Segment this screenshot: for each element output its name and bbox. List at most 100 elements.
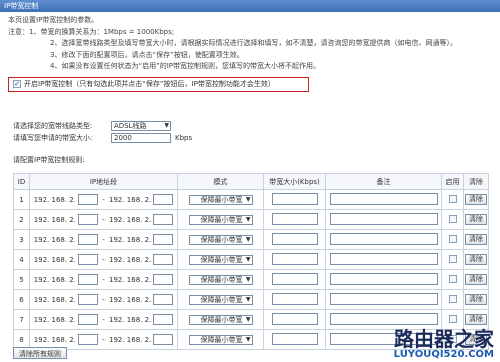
header-ip: IP地址段: [29, 173, 178, 190]
row-id: 1: [13, 189, 30, 210]
clear-row-button[interactable]: 清除: [465, 314, 487, 325]
ip-prefix-end: 192. 168. 2.: [108, 295, 152, 304]
clear-cell: 清除: [463, 189, 489, 210]
row-id: 3: [13, 229, 30, 250]
bandwidth-size-input[interactable]: [271, 292, 318, 305]
table-row: 3 192. 168. 2. - 192. 168. 2. 保障最小带宽 ▼ 清除: [13, 229, 489, 250]
ip-end-input[interactable]: [153, 234, 174, 245]
rule-enable-checkbox[interactable]: [448, 274, 457, 283]
note-cell: [325, 249, 442, 270]
row-id: 4: [13, 249, 30, 270]
bandwidth-size-input[interactable]: [271, 332, 318, 345]
chevron-down-icon: ▼: [245, 315, 251, 323]
note-cell: [325, 289, 442, 310]
clear-row-button[interactable]: 清除: [465, 274, 487, 285]
ip-end-input[interactable]: [153, 194, 174, 205]
header-id: ID: [13, 173, 30, 190]
line-type-select[interactable]: ADSL线路 ▼: [111, 121, 171, 131]
watermark-logo: 路由器之家 LUYOUQI520.COM: [394, 329, 494, 360]
ip-prefix-start: 192. 168. 2.: [33, 215, 76, 224]
note-cell: [325, 189, 442, 210]
ip-dash: -: [100, 195, 107, 204]
ip-end-input[interactable]: [153, 254, 174, 265]
ip-end-input[interactable]: [153, 334, 174, 345]
rule-enable-checkbox[interactable]: [448, 234, 457, 243]
ip-dash: -: [100, 255, 107, 264]
bandwidth-size-input[interactable]: [271, 192, 318, 205]
ip-prefix-start: 192. 168. 2.: [33, 335, 76, 344]
note-4: 4、如果没有设置任何状态为“启用”的IP带宽控制规则，您填写的带宽大小将不起作用…: [50, 62, 320, 70]
enable-checkbox[interactable]: ✓: [13, 80, 21, 88]
bandwidth-cell: [263, 309, 326, 330]
clear-row-button[interactable]: 清除: [465, 294, 487, 305]
bandwidth-size-input[interactable]: [271, 212, 318, 225]
note-input[interactable]: [329, 232, 438, 245]
note-cell: [325, 229, 442, 250]
note-input[interactable]: [329, 272, 438, 285]
mode-select[interactable]: 保障最小带宽 ▼: [188, 214, 253, 225]
rule-enable-checkbox[interactable]: [448, 254, 457, 263]
ip-start-input[interactable]: [78, 214, 98, 225]
ip-prefix-end: 192. 168. 2.: [108, 315, 152, 324]
ip-dash: -: [100, 335, 107, 344]
ip-start-input[interactable]: [78, 234, 98, 245]
bandwidth-size-input[interactable]: [271, 272, 318, 285]
note-input[interactable]: [329, 312, 438, 325]
ip-prefix-end: 192. 168. 2.: [108, 275, 152, 284]
ip-start-input[interactable]: [78, 254, 98, 265]
clear-all-button[interactable]: 清除所有规则: [13, 347, 67, 359]
bandwidth-size-input[interactable]: [271, 312, 318, 325]
bandwidth-cell: [263, 329, 326, 350]
ip-end-input[interactable]: [153, 274, 174, 285]
mode-select[interactable]: 保障最小带宽 ▼: [188, 254, 253, 265]
note-input[interactable]: [329, 212, 438, 225]
mode-select[interactable]: 保障最小带宽 ▼: [188, 334, 253, 345]
ip-prefix-start: 192. 168. 2.: [33, 255, 76, 264]
ip-range-cell: 192. 168. 2. - 192. 168. 2.: [29, 189, 178, 210]
ip-end-input[interactable]: [153, 314, 174, 325]
ip-range-cell: 192. 168. 2. - 192. 168. 2.: [29, 269, 178, 290]
ip-start-input[interactable]: [78, 274, 98, 285]
clear-row-button[interactable]: 清除: [465, 214, 487, 225]
bandwidth-input[interactable]: 2000: [111, 133, 171, 143]
note-1: 注意：1、带宽的换算关系为：1Mbps = 1000Kbps;: [8, 27, 175, 36]
note-input[interactable]: [329, 192, 438, 205]
mode-select[interactable]: 保障最小带宽 ▼: [188, 234, 253, 245]
note-input[interactable]: [329, 252, 438, 265]
mode-select[interactable]: 保障最小带宽 ▼: [188, 294, 253, 305]
ip-start-input[interactable]: [78, 294, 98, 305]
ip-range-cell: 192. 168. 2. - 192. 168. 2.: [29, 309, 178, 330]
mode-select[interactable]: 保障最小带宽 ▼: [188, 314, 253, 325]
ip-prefix-start: 192. 168. 2.: [33, 315, 76, 324]
row-id: 5: [13, 269, 30, 290]
ip-dash: -: [100, 235, 107, 244]
clear-row-button[interactable]: 清除: [465, 194, 487, 205]
rules-label: 请配置IP带宽控制规则:: [13, 156, 85, 164]
clear-cell: 清除: [463, 209, 489, 230]
note-input[interactable]: [329, 292, 438, 305]
rule-enable-checkbox[interactable]: [448, 214, 457, 223]
rule-enable-checkbox[interactable]: [448, 314, 457, 323]
mode-select[interactable]: 保障最小带宽 ▼: [188, 274, 253, 285]
ip-end-input[interactable]: [153, 214, 174, 225]
ip-start-input[interactable]: [78, 194, 98, 205]
note-intro: 本页设置IP带宽控制的参数。: [8, 16, 99, 24]
mode-select[interactable]: 保障最小带宽 ▼: [188, 194, 253, 205]
clear-row-button[interactable]: 清除: [465, 234, 487, 245]
ip-prefix-start: 192. 168. 2.: [33, 235, 76, 244]
clear-row-button[interactable]: 清除: [465, 254, 487, 265]
row-id: 7: [13, 309, 30, 330]
ip-prefix-start: 192. 168. 2.: [33, 275, 76, 284]
bandwidth-row: 请填写您申请的带宽大小: 2000 Kbps: [13, 133, 192, 143]
ip-start-input[interactable]: [78, 334, 98, 345]
bandwidth-size-input[interactable]: [271, 232, 318, 245]
ip-dash: -: [100, 295, 107, 304]
ip-start-input[interactable]: [78, 314, 98, 325]
ip-end-input[interactable]: [153, 294, 174, 305]
bandwidth-size-input[interactable]: [271, 252, 318, 265]
rules-header-row: ID IP地址段 模式 带宽大小(Kbps) 备注 启用 清除: [13, 173, 489, 190]
rule-enable-checkbox[interactable]: [448, 194, 457, 203]
enable-cell: [441, 229, 464, 250]
rule-enable-checkbox[interactable]: [448, 294, 457, 303]
bandwidth-cell: [263, 289, 326, 310]
